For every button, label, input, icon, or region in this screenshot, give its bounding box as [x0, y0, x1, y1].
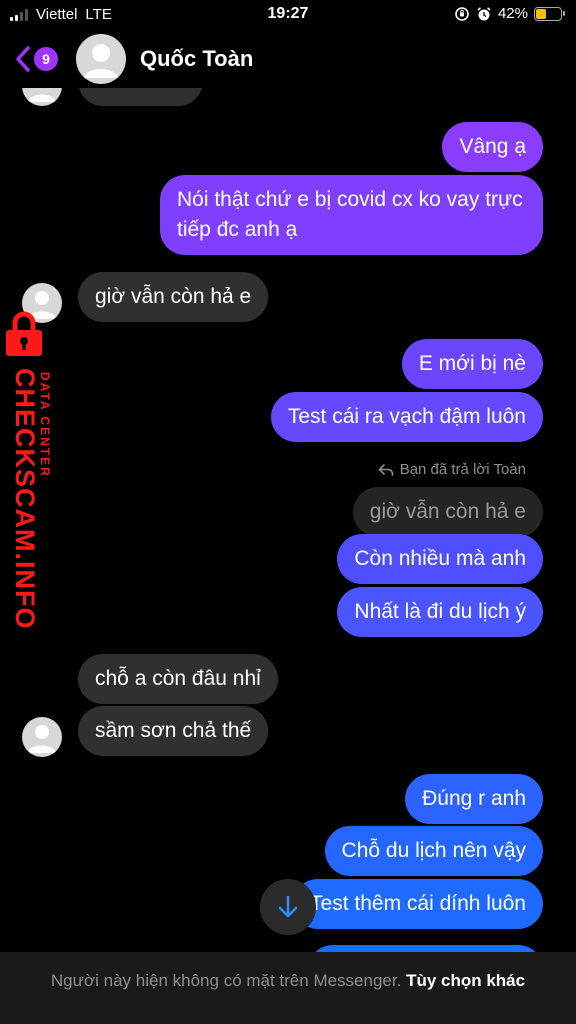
- chat-header: 9 Quốc Toàn: [0, 30, 576, 88]
- person-icon: [28, 725, 56, 753]
- footer-notice: Người này hiện không có mặt trên Messeng…: [0, 952, 576, 1024]
- chevron-left-icon: [16, 46, 30, 72]
- reply-label-text: Bạn đã trả lời Toàn: [399, 461, 526, 478]
- message-bubble-outgoing[interactable]: Đúng r anh: [405, 774, 543, 824]
- watermark: CHECKSCAM.INFO DATA CENTER: [4, 310, 64, 630]
- scroll-to-bottom-button[interactable]: [260, 879, 316, 935]
- message-bubble-outgoing[interactable]: Vâng ạ: [442, 122, 543, 172]
- message-bubble-incoming[interactable]: chỗ a còn đâu nhỉ: [78, 654, 278, 704]
- back-button[interactable]: 9: [14, 44, 66, 74]
- message-bubble-outgoing[interactable]: E mới bị nè: [401, 339, 543, 389]
- contact-avatar[interactable]: [76, 34, 126, 84]
- message-bubble-outgoing[interactable]: Chỗ du lịch nên vậy: [324, 826, 543, 876]
- battery-icon: [534, 6, 565, 21]
- contact-name[interactable]: Quốc Toàn: [140, 46, 253, 72]
- message-bubble-outgoing[interactable]: Nhất là đi du lịch ý: [337, 587, 543, 637]
- message-bubble-outgoing[interactable]: Nói thật chứ e bị covid cx ko vay trực t…: [160, 175, 543, 255]
- unread-badge: 9: [34, 47, 58, 71]
- status-bar: Viettel LTE 19:27 42%: [0, 0, 576, 30]
- arrow-down-icon: [278, 895, 298, 918]
- orientation-lock-icon: [455, 6, 469, 21]
- offline-notice: Người này hiện không có mặt trên Messeng…: [50, 971, 402, 990]
- battery-percent: 42%: [497, 5, 528, 22]
- reply-indicator: Bạn đã trả lời Toàn: [378, 461, 526, 478]
- alarm-icon: [477, 6, 491, 20]
- more-options-link[interactable]: Tùy chọn khác: [406, 971, 525, 990]
- message-bubble-incoming[interactable]: giờ vẫn còn hả e: [78, 272, 269, 322]
- lock-icon: [6, 311, 42, 356]
- reply-arrow-icon: [378, 463, 393, 476]
- message-bubble-outgoing[interactable]: Test cái ra vạch đậm luôn: [270, 392, 543, 442]
- message-bubble-outgoing[interactable]: Còn nhiều mà anh: [337, 534, 543, 584]
- watermark-sub-text: DATA CENTER: [38, 372, 52, 478]
- quoted-message[interactable]: giờ vẫn còn hả e: [352, 487, 543, 537]
- message-bubble-outgoing[interactable]: Test thêm cái dính luôn: [293, 879, 543, 929]
- message-bubble-incoming[interactable]: sầm sơn chả thế: [78, 706, 269, 756]
- status-right: 42%: [454, 5, 565, 22]
- person-icon: [84, 44, 118, 78]
- contact-avatar-small[interactable]: [22, 717, 62, 757]
